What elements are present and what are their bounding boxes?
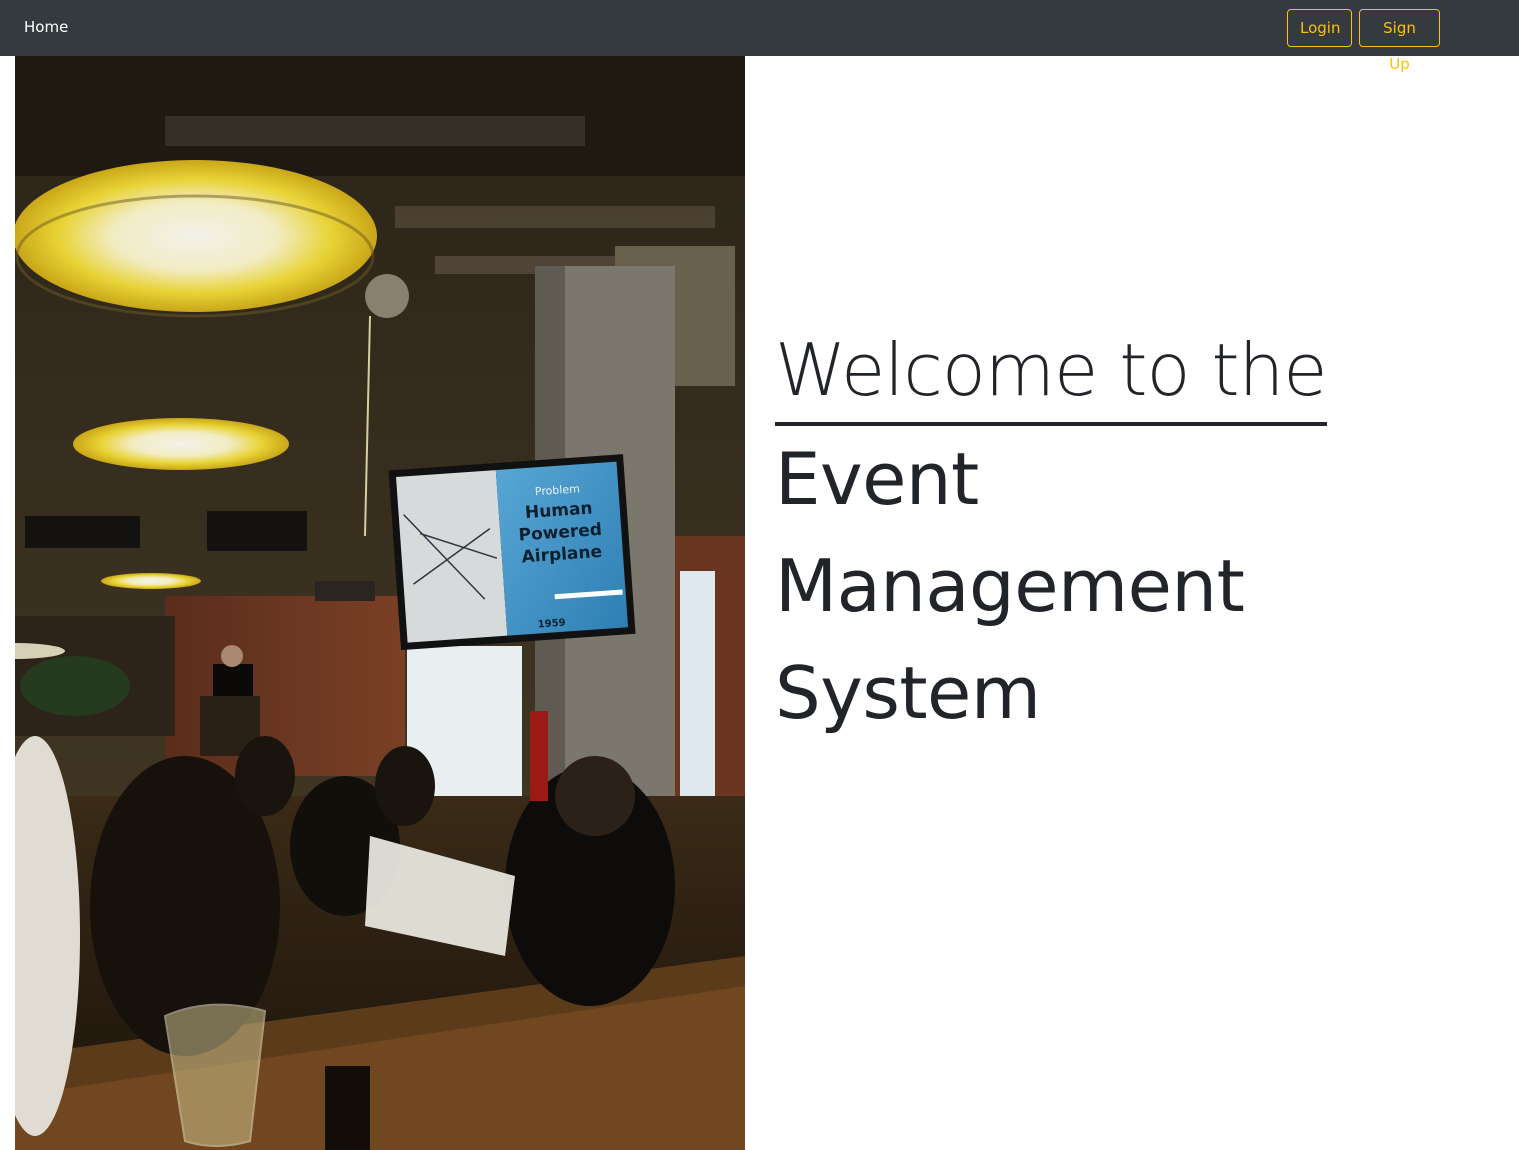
login-button[interactable]: Login (1287, 9, 1352, 47)
hero-headline: Welcome to the Event Management System (775, 318, 1328, 747)
headline-welcome: Welcome to the (775, 318, 1328, 426)
signup-button[interactable]: Sign Up (1359, 9, 1440, 73)
headline-system: System (775, 651, 1041, 735)
nav-home-link[interactable]: Home (24, 18, 68, 36)
event-photo: Problem Human Powered Airplane 1959 (15, 56, 745, 1150)
screen-year: 1959 (537, 618, 566, 631)
headline-event: Event (775, 437, 979, 521)
top-navbar: Home Login Sign Up (0, 0, 1519, 73)
headline-management: Management (775, 544, 1245, 628)
